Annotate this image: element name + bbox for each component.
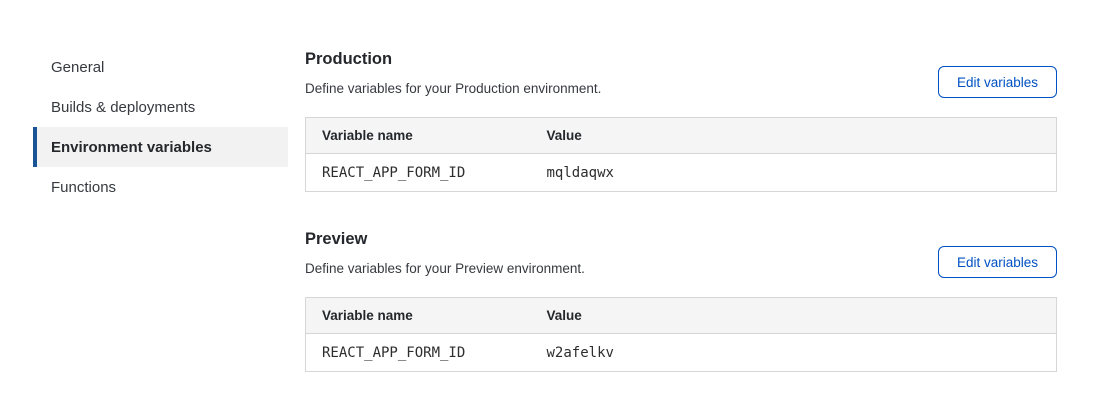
table-row: REACT_APP_FORM_ID mqldaqwx	[306, 154, 1057, 192]
sidebar-item-label: Functions	[51, 179, 116, 196]
environment-variables-content: Production Define variables for your Pro…	[305, 0, 1057, 372]
column-header-variable-name: Variable name	[306, 118, 531, 154]
production-variables-table: Variable name Value REACT_APP_FORM_ID mq…	[305, 117, 1057, 192]
preview-variables-table: Variable name Value REACT_APP_FORM_ID w2…	[305, 297, 1057, 372]
variable-name-cell: REACT_APP_FORM_ID	[306, 154, 531, 192]
column-header-value: Value	[531, 118, 1057, 154]
table-header-row: Variable name Value	[306, 298, 1057, 334]
production-section: Production Define variables for your Pro…	[305, 50, 1057, 192]
column-header-variable-name: Variable name	[306, 298, 531, 334]
sidebar-item-general[interactable]: General	[33, 47, 288, 87]
sidebar-item-label: General	[51, 59, 104, 76]
sidebar-item-builds-deployments[interactable]: Builds & deployments	[33, 87, 288, 127]
variable-value-cell: mqldaqwx	[531, 154, 1057, 192]
column-header-value: Value	[531, 298, 1057, 334]
sidebar-item-environment-variables[interactable]: Environment variables	[33, 127, 288, 167]
edit-variables-button-production[interactable]: Edit variables	[938, 66, 1057, 98]
edit-variables-button-preview[interactable]: Edit variables	[938, 246, 1057, 278]
table-header-row: Variable name Value	[306, 118, 1057, 154]
variable-value-cell: w2afelkv	[531, 334, 1057, 372]
settings-sidebar: General Builds & deployments Environment…	[33, 47, 288, 207]
settings-page: General Builds & deployments Environment…	[0, 0, 1100, 420]
sidebar-item-label: Environment variables	[51, 139, 212, 156]
variable-name-cell: REACT_APP_FORM_ID	[306, 334, 531, 372]
sidebar-item-functions[interactable]: Functions	[33, 167, 288, 207]
table-row: REACT_APP_FORM_ID w2afelkv	[306, 334, 1057, 372]
preview-section: Preview Define variables for your Previe…	[305, 230, 1057, 372]
sidebar-item-label: Builds & deployments	[51, 99, 195, 116]
